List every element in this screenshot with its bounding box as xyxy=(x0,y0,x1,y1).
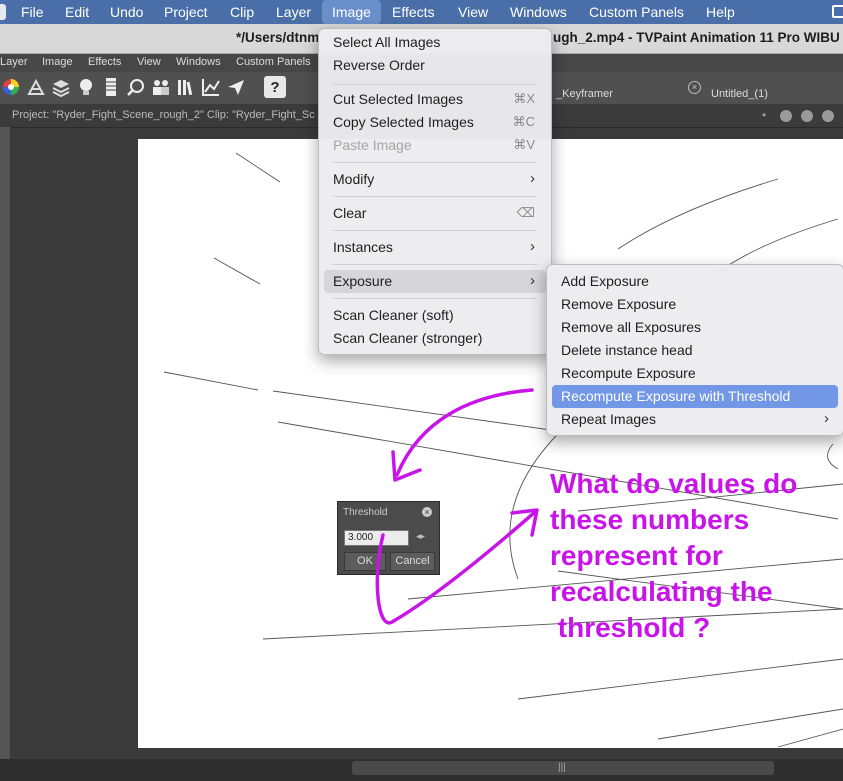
menu-separator xyxy=(333,162,537,163)
help-icon[interactable]: ? xyxy=(264,76,286,98)
menu-view[interactable]: View xyxy=(458,0,488,24)
bottom-scrollbar[interactable]: ||| xyxy=(0,759,843,781)
panel-dot-icon[interactable]: • xyxy=(762,108,766,122)
menu-edit[interactable]: Edit xyxy=(65,0,89,24)
menu-separator xyxy=(333,196,537,197)
threshold-dialog-title: Threshold xyxy=(343,507,388,518)
menu-separator xyxy=(333,230,537,231)
submenu-item-delete-instance-head[interactable]: Delete instance head xyxy=(547,339,843,362)
delete-key-icon: ⌫ xyxy=(516,205,535,220)
menu-separator xyxy=(333,84,537,85)
menu-image[interactable]: Image xyxy=(322,0,381,24)
ok-button[interactable]: OK xyxy=(344,552,386,571)
threshold-dialog: Threshold × 3.000 ◂▸ OK Cancel xyxy=(337,501,440,575)
menu-item-instances[interactable]: Instances › xyxy=(319,236,551,259)
menu-separator xyxy=(333,298,537,299)
submenu-item-add-exposure[interactable]: Add Exposure xyxy=(547,270,843,293)
window-title-right: ugh_2.mp4 - TVPaint Animation 11 Pro WIB… xyxy=(553,30,840,45)
menu-help[interactable]: Help xyxy=(706,0,735,24)
menu-item-scan-cleaner-soft[interactable]: Scan Cleaner (soft) xyxy=(319,304,551,327)
piano-icon[interactable] xyxy=(100,76,122,98)
chevron-right-icon: › xyxy=(530,272,535,289)
menu-item-cut-selected-images[interactable]: Cut Selected Images ⌘X xyxy=(319,88,551,111)
annotation-line: recalculating the xyxy=(550,576,773,607)
menu-item-clear[interactable]: Clear ⌫ xyxy=(319,202,551,225)
annotation-line: threshold ? xyxy=(550,612,711,643)
color-wheel-icon[interactable] xyxy=(0,76,22,98)
annotation-line: represent for xyxy=(550,540,723,571)
chevron-right-icon: › xyxy=(824,410,829,427)
close-icon[interactable]: × xyxy=(422,507,432,517)
magnify-icon[interactable] xyxy=(125,76,147,98)
chevron-right-icon: › xyxy=(530,238,535,255)
layers-icon[interactable] xyxy=(50,76,72,98)
library-icon[interactable] xyxy=(175,76,197,98)
submenu-item-repeat-images[interactable]: Repeat Images › xyxy=(547,408,843,431)
panel-close-icon[interactable] xyxy=(822,110,834,122)
chart-icon[interactable] xyxy=(200,76,222,98)
menu-item-select-all-images[interactable]: Select All Images xyxy=(319,31,551,54)
tab-untitled[interactable]: Untitled_(1) xyxy=(711,84,768,104)
threshold-input[interactable]: 3.000 xyxy=(344,530,409,546)
menu-layer[interactable]: Layer xyxy=(276,0,311,24)
menu-item-exposure[interactable]: Exposure › xyxy=(324,270,546,293)
menu-item-modify[interactable]: Modify › xyxy=(319,168,551,191)
submenu-item-recompute-exposure-with-threshold[interactable]: Recompute Exposure with Threshold xyxy=(552,385,838,408)
lightbulb-icon[interactable] xyxy=(75,76,97,98)
appmenu-windows[interactable]: Windows xyxy=(176,56,221,68)
exposure-submenu: Add Exposure Remove Exposure Remove all … xyxy=(546,264,843,436)
appmenu-custom-panels[interactable]: Custom Panels xyxy=(236,56,311,68)
panel-minimize-icon[interactable] xyxy=(801,110,813,122)
menu-item-paste-image: Paste Image ⌘V xyxy=(333,137,535,153)
chevron-right-icon: › xyxy=(530,170,535,187)
menu-file[interactable]: File xyxy=(21,0,44,24)
tab-close-icon[interactable]: × xyxy=(688,81,701,94)
annotation-question: What do values do these numbers represen… xyxy=(550,466,840,646)
menu-clip[interactable]: Clip xyxy=(230,0,254,24)
submenu-item-remove-exposure[interactable]: Remove Exposure xyxy=(547,293,843,316)
menu-item-copy-selected-images[interactable]: Copy Selected Images ⌘C xyxy=(319,111,551,134)
appmenu-layer[interactable]: Layer xyxy=(0,56,28,68)
apple-menu-icon[interactable] xyxy=(0,4,6,20)
menu-separator xyxy=(333,264,537,265)
menu-custom-panels[interactable]: Custom Panels xyxy=(589,0,684,24)
window-title-left: */Users/dtnm xyxy=(236,30,320,45)
menu-effects[interactable]: Effects xyxy=(392,0,435,24)
menu-project[interactable]: Project xyxy=(164,0,208,24)
panel-next-icon[interactable] xyxy=(780,110,792,122)
appmenu-view[interactable]: View xyxy=(137,56,161,68)
mac-menubar: File Edit Undo Project Clip Layer Image … xyxy=(0,0,843,24)
menu-undo[interactable]: Undo xyxy=(110,0,143,24)
annotation-line: What do values do xyxy=(550,468,798,499)
paper-plane-icon[interactable] xyxy=(225,76,247,98)
submenu-item-remove-all-exposures[interactable]: Remove all Exposures xyxy=(547,316,843,339)
scroll-grip-icon[interactable]: ||| xyxy=(558,762,566,773)
left-panel-edge xyxy=(0,127,10,759)
menu-item-reverse-order[interactable]: Reverse Order xyxy=(319,54,551,77)
annotation-line: these numbers xyxy=(550,504,750,535)
menu-windows[interactable]: Windows xyxy=(510,0,567,24)
submenu-item-recompute-exposure[interactable]: Recompute Exposure xyxy=(547,362,843,385)
appmenu-effects[interactable]: Effects xyxy=(88,56,121,68)
menu-item-scan-cleaner-stronger[interactable]: Scan Cleaner (stronger) xyxy=(319,327,551,350)
status-menu-icon[interactable] xyxy=(832,5,843,18)
appmenu-image[interactable]: Image xyxy=(42,56,73,68)
cancel-button[interactable]: Cancel xyxy=(390,552,435,571)
tab-keyframer[interactable]: _Keyframer xyxy=(556,84,613,104)
people-icon[interactable] xyxy=(150,76,172,98)
stepper-arrows-icon[interactable]: ◂▸ xyxy=(416,531,425,542)
project-info-text: Project: "Ryder_Fight_Scene_rough_2" Cli… xyxy=(12,109,315,121)
tools-icon[interactable] xyxy=(25,76,47,98)
image-menu-dropdown: Select All Images Reverse Order Cut Sele… xyxy=(318,28,552,355)
